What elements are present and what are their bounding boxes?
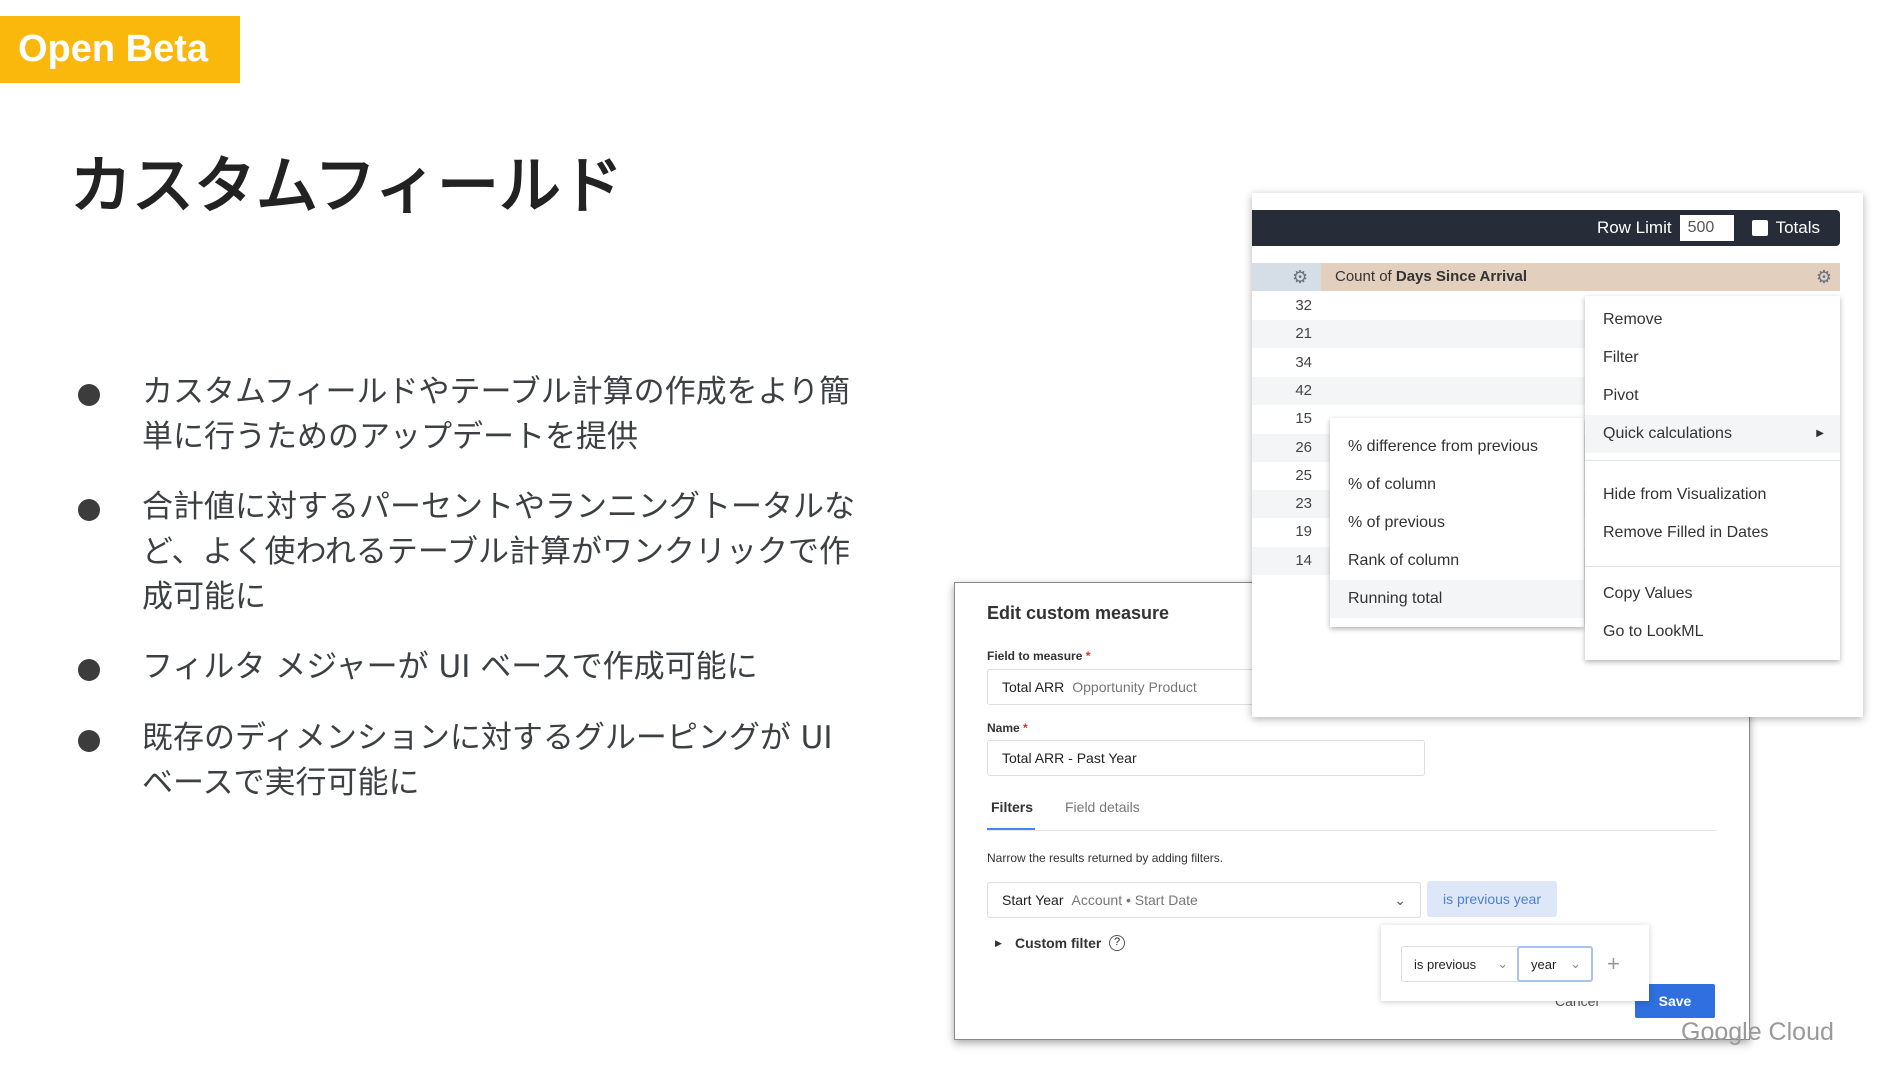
- custom-filter-toggle[interactable]: Custom filter: [1015, 935, 1101, 951]
- tab-field-details[interactable]: Field details: [1065, 799, 1140, 815]
- filter-popover: is previous ⌄ year ⌄ +: [1381, 925, 1649, 1001]
- row-value: 34: [1295, 353, 1312, 371]
- bullet-text: 合計値に対するパーセントやランニングトータルなど、よく使われるテーブル計算がワン…: [142, 489, 855, 615]
- measure-header[interactable]: Count of Days Since Arrival ⚙: [1321, 263, 1840, 291]
- menu-item-quick-calculations[interactable]: Quick calculations ▶: [1585, 415, 1840, 453]
- dialog-title: Edit custom measure: [987, 603, 1170, 623]
- table-toolbar: Row Limit 500 Totals: [1252, 210, 1840, 246]
- tab-filters[interactable]: Filters: [991, 799, 1033, 815]
- row-value: 25: [1295, 466, 1312, 484]
- filter-value-chip[interactable]: is previous year: [1427, 881, 1557, 917]
- quick-calculations-submenu: % difference from previous% of column% o…: [1330, 418, 1584, 627]
- bullet-text: フィルタ メジャーが UI ベースで作成可能に: [142, 649, 758, 685]
- name-input[interactable]: Total ARR - Past Year: [987, 740, 1425, 776]
- menu-item-hide-from-visualization[interactable]: Hide from Visualization: [1585, 476, 1840, 514]
- submenu-item[interactable]: % of previous: [1330, 504, 1584, 542]
- unit-select[interactable]: year ⌄: [1517, 946, 1593, 982]
- row-value: 26: [1295, 438, 1312, 456]
- page-title: カスタムフィールド: [70, 149, 624, 222]
- bullet-item: カスタムフィールドやテーブル計算の作成をより簡単に行うためのアップデートを提供: [78, 370, 858, 460]
- tab-divider: [987, 830, 1717, 831]
- submenu-item[interactable]: Running total: [1330, 580, 1584, 618]
- menu-item-go-to-lookml[interactable]: Go to LookML: [1585, 613, 1840, 651]
- menu-item-pivot[interactable]: Pivot: [1585, 377, 1840, 415]
- open-beta-badge: Open Beta: [0, 16, 240, 83]
- name-label: Name *: [987, 721, 1028, 735]
- menu-divider: [1585, 566, 1840, 567]
- operator-select[interactable]: is previous ⌄: [1401, 946, 1519, 982]
- row-limit-label: Row Limit: [1596, 218, 1672, 237]
- bullet-item: 既存のディメンションに対するグルーピングが UI ベースで実行可能に: [78, 716, 858, 806]
- data-table-panel: Row Limit 500 Totals ⚙ Count of Days Sin…: [1252, 193, 1863, 717]
- menu-divider: [1585, 460, 1840, 461]
- row-value: 23: [1295, 495, 1312, 513]
- bullet-text: 既存のディメンションに対するグルーピングが UI ベースで実行可能に: [142, 720, 833, 801]
- row-value: 15: [1295, 410, 1312, 428]
- row-value: 19: [1295, 523, 1312, 541]
- field-to-measure-label: Field to measure *: [987, 649, 1091, 663]
- field-to-measure-input[interactable]: Total ARR Opportunity Product: [987, 669, 1287, 705]
- column-context-menu: Remove Filter Pivot Quick calculations ▶ Hide…: [1585, 296, 1840, 660]
- filters-hint: Narrow the results returned by adding fi…: [987, 851, 1224, 865]
- row-value: 32: [1295, 297, 1312, 314]
- dimension-header[interactable]: ⚙: [1252, 263, 1321, 291]
- menu-item-remove-filled-in-dates[interactable]: Remove Filled in Dates: [1585, 514, 1840, 552]
- gear-icon[interactable]: ⚙: [1292, 267, 1308, 287]
- submenu-item[interactable]: Rank of column: [1330, 542, 1584, 580]
- gear-icon[interactable]: ⚙: [1816, 267, 1832, 287]
- caret-right-icon[interactable]: ▶: [995, 938, 1002, 949]
- submenu-item[interactable]: % difference from previous: [1330, 428, 1584, 466]
- bullet-item: 合計値に対するパーセントやランニングトータルなど、よく使われるテーブル計算がワン…: [78, 485, 858, 620]
- filter-field-select[interactable]: Start Year Account • Start Date ⌄: [987, 882, 1421, 918]
- row-value: 42: [1295, 381, 1312, 399]
- totals-checkbox[interactable]: [1751, 220, 1768, 236]
- row-value: 14: [1295, 551, 1312, 569]
- submenu-item[interactable]: % of column: [1330, 466, 1584, 504]
- help-icon[interactable]: ?: [1109, 935, 1125, 951]
- google-cloud-logo: Google Cloud: [1681, 1018, 1834, 1046]
- chevron-down-icon: ⌄: [1394, 891, 1406, 908]
- menu-item-filter[interactable]: Filter: [1585, 339, 1840, 377]
- bullet-item: フィルタ メジャーが UI ベースで作成可能に: [78, 645, 858, 690]
- menu-item-copy-values[interactable]: Copy Values: [1585, 575, 1840, 613]
- row-limit-input[interactable]: 500: [1679, 215, 1734, 241]
- bullet-text: カスタムフィールドやテーブル計算の作成をより簡単に行うためのアップデートを提供: [142, 374, 851, 455]
- caret-right-icon: ▶: [1816, 428, 1824, 439]
- menu-item-remove[interactable]: Remove: [1585, 301, 1840, 339]
- add-icon[interactable]: +: [1607, 951, 1620, 977]
- row-value: 21: [1295, 325, 1312, 343]
- totals-label: Totals: [1775, 218, 1820, 237]
